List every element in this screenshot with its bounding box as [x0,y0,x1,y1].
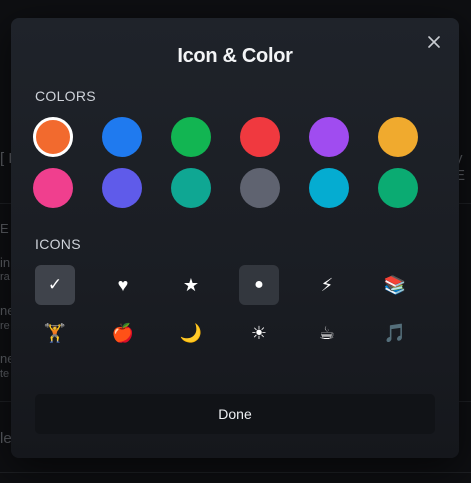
color-swatch-amber[interactable] [378,117,418,157]
close-button[interactable] [425,33,443,51]
color-swatch-pink[interactable] [33,168,73,208]
color-swatch-emerald[interactable] [378,168,418,208]
background-text: te [0,368,10,380]
colors-section-label: COLORS [35,88,96,104]
icon-option-circle[interactable]: ● [239,265,279,305]
icon-option-lightning[interactable]: ⚡ [307,265,347,305]
icons-section-label: ICONS [35,236,81,252]
icon-option-books[interactable]: 📚 [375,265,415,305]
color-swatch-indigo[interactable] [102,168,142,208]
background-text: in [0,255,11,270]
apple-icon: 🍎 [111,322,135,343]
dialog-title: Icon & Color [177,45,293,67]
music-note-icon: 🎵 [383,322,407,343]
done-button[interactable]: Done [35,394,435,434]
heart-icon: ♥ [117,274,129,295]
icon-option-moon[interactable]: 🌙 [171,313,211,353]
weightlifter-icon: 🏋 [43,322,67,343]
icon-option-heart[interactable]: ♥ [103,265,143,305]
color-swatch-red[interactable] [240,117,280,157]
checkmark-icon: ✓ [47,275,63,294]
color-swatch-cyan[interactable] [309,168,349,208]
color-swatch-orange[interactable] [33,117,73,157]
background-text: le [0,430,12,447]
background-divider [0,472,471,473]
moon-icon: 🌙 [179,322,203,343]
icon-option-weightlifter[interactable]: 🏋 [35,313,75,353]
sun-icon: ☀ [250,322,268,343]
books-icon: 📚 [383,274,407,295]
color-swatch-gray[interactable] [240,168,280,208]
background-text: E [0,221,9,236]
color-swatch-green[interactable] [171,117,211,157]
color-swatch-blue[interactable] [102,117,142,157]
background-text: re [0,320,10,332]
color-swatch-purple[interactable] [309,117,349,157]
icon-option-star[interactable]: ★ [171,265,211,305]
color-swatch-teal[interactable] [171,168,211,208]
colors-grid [33,117,418,208]
icon-option-coffee[interactable]: ☕ [307,313,347,353]
icon-color-dialog: Icon & Color COLORS ICONS ✓ ♥ ★ ● ⚡ 📚 🏋 🍎 🌙 ☀ ☕ 🎵 D… [11,18,459,458]
icons-grid: ✓ ♥ ★ ● ⚡ 📚 🏋 🍎 🌙 ☀ ☕ 🎵 [35,265,415,353]
star-icon: ★ [182,274,200,295]
icon-option-sun[interactable]: ☀ [239,313,279,353]
icon-option-music-note[interactable]: 🎵 [375,313,415,353]
icon-option-apple[interactable]: 🍎 [103,313,143,353]
lightning-icon: ⚡ [320,274,334,295]
background-text: ra [0,271,10,283]
circle-icon: ● [254,276,264,293]
icon-option-checkmark[interactable]: ✓ [35,265,75,305]
coffee-icon: ☕ [318,322,336,343]
close-icon [428,36,440,48]
